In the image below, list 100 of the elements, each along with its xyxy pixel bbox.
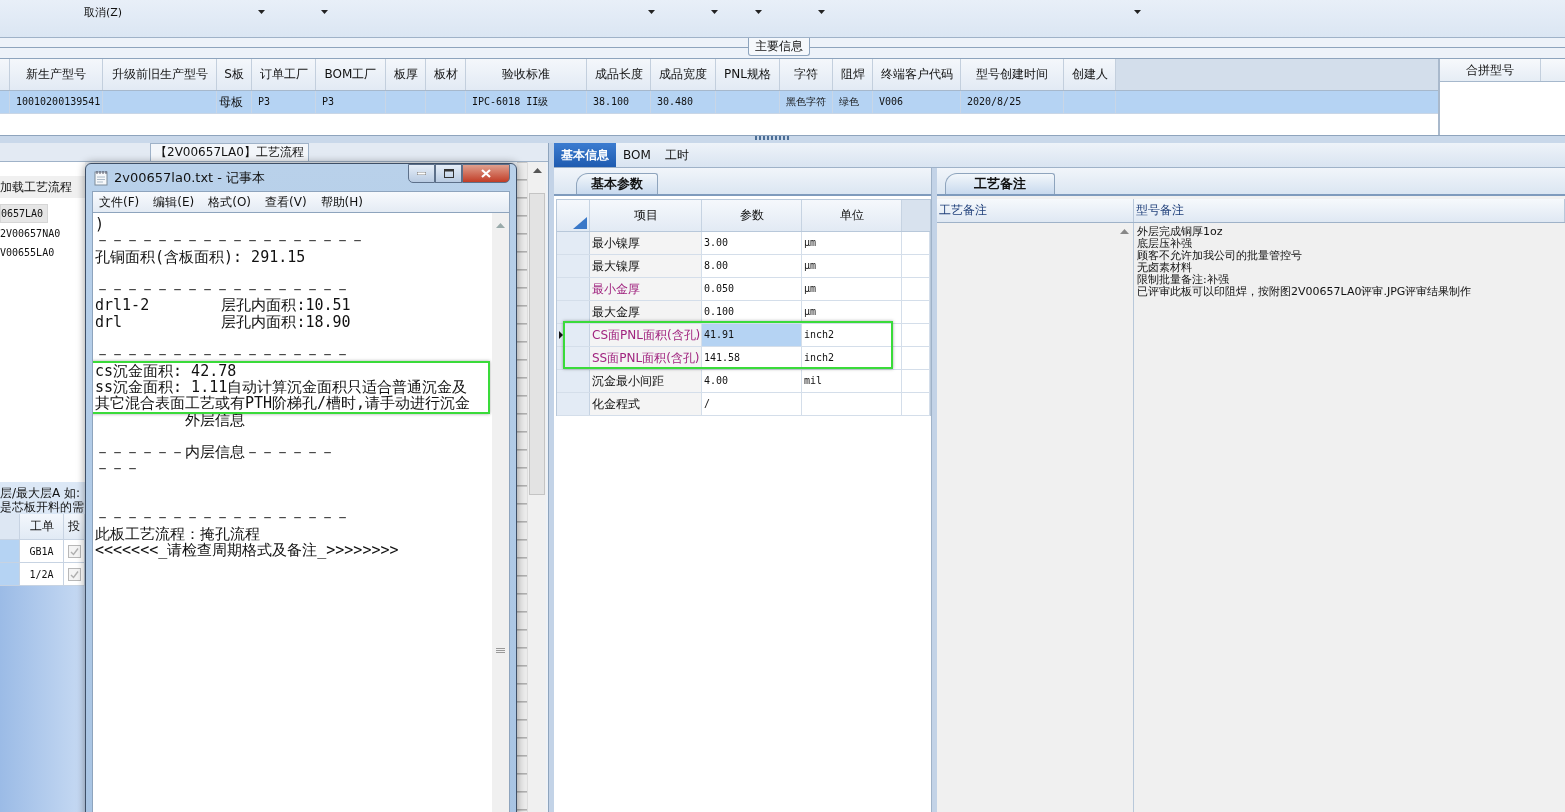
text-line: －－－－－－－－－－－－－－－－－－ [95,232,366,249]
table-cell: 0.050 [702,278,802,300]
caret-icon[interactable] [321,10,328,14]
note-text: 底层压补强 [1137,238,1192,250]
note-text: 已评审此板可以印阻焊，按附图2V00657LA0评审.JPG评审结果制作 [1137,286,1473,298]
column-header[interactable]: 板材 [426,59,466,90]
column-header[interactable]: 型号备注 [1134,199,1565,222]
text-line: 孔铜面积(含板面积): 291.15 [95,248,307,265]
caret-icon[interactable] [711,10,718,14]
table-cell: 母板 [217,91,252,113]
text-line: cs沉金面积: 42.78 [95,362,238,379]
column-header[interactable]: PNL规格 [716,59,780,90]
column-header[interactable]: 工艺备注 [937,199,1134,222]
tab[interactable]: 工时 [657,143,696,167]
notepad-icon [94,169,108,186]
menu-item[interactable]: 查看(V) [265,193,307,211]
text-line: －－－－－－－－－－－－－－－－－ [95,346,351,363]
table-cell: 最小金厚 [590,278,702,300]
column-header[interactable]: 终端客户代码 [873,59,961,90]
load-process-button[interactable]: 加载工艺流程 [0,176,85,198]
minimize-icon [417,172,426,175]
table-cell: 4.00 [702,370,802,392]
note-text: 外层完成铜厚1oz [1137,226,1224,238]
scroll-thumb[interactable] [529,193,545,495]
minimize-button[interactable] [408,164,435,183]
close-icon [481,169,491,178]
table-cell: 化金程式 [590,393,702,415]
list-item[interactable]: 0657LA0 [0,204,49,223]
table-cell: 38.100 [587,91,651,113]
note-text: 顾客不允许加我公司的批量管控号 [1137,250,1303,262]
scrollbar[interactable] [527,162,546,812]
table-cell: 2020/8/25 [961,91,1064,113]
column-header[interactable]: 参数 [702,200,802,231]
caret-icon[interactable] [818,10,825,14]
menu-item[interactable]: 文件(F) [99,193,140,211]
caret-icon[interactable] [1134,10,1141,14]
table-cell: / [702,393,802,415]
column-header[interactable]: 成品宽度 [651,59,716,90]
table-cell: SS面PNL面积(含孔) [590,347,702,369]
splitter-handle[interactable] [548,143,554,812]
note-text: 无卤素材料 [1137,262,1193,274]
column-header[interactable]: 阻焊 [833,59,873,90]
text-line: 此板工艺流程：掩孔流程 [95,525,260,542]
list-item[interactable]: V00655LA0 [0,244,59,261]
menu-item[interactable]: 帮助(H) [320,193,363,211]
column-header[interactable]: 工单 [20,514,64,539]
corner-triangle-icon [573,217,587,229]
caret-icon[interactable] [258,10,265,14]
column-header[interactable]: 订单工厂 [252,59,316,90]
table-cell: 8.00 [702,255,802,277]
table-cell: P3 [252,91,316,113]
text-line: －－－ [95,460,141,477]
cancel-menu-item[interactable]: 取消(Z) [84,5,258,20]
table-cell: 最大镍厚 [590,255,702,277]
text-line: ) [95,216,106,233]
scroll-grip-icon [496,648,505,654]
table-cell: 最小镍厚 [590,232,702,254]
pane-tab[interactable]: 工艺备注 [945,173,1055,194]
text-line: ss沉金面积: 1.11自动计算沉金面积只适合普通沉金及 [95,378,469,396]
table-cell: 3.00 [702,232,802,254]
table-cell: GB1A [20,540,64,562]
column-header[interactable]: 项目 [590,200,702,231]
table-cell: 沉金最小间距 [590,370,702,392]
column-header[interactable]: 成品长度 [587,59,651,90]
column-header[interactable]: 新生产型号 [10,59,103,90]
text-line: －－－－－－－－－－－－－－－－－ [95,281,351,298]
maximize-icon [443,169,454,178]
panel-tab[interactable]: 【2V00657LA0】工艺流程 [150,143,309,161]
column-header[interactable]: 验收标准 [466,59,587,90]
table-row[interactable]: 10010200139541 母板 P3 P3 IPC-6018 II级 38.100 30.480 黑色字符 绿色 V006 2020/8/25 [0,91,1438,114]
menu-item[interactable]: 格式(O) [208,193,252,211]
tab[interactable]: BOM [616,143,658,167]
column-header[interactable]: S板 [217,59,252,90]
tab[interactable]: 基本信息 [554,143,616,167]
caret-icon[interactable] [648,10,655,14]
current-row-icon [559,331,563,339]
table-cell: 10010200139541 [10,91,103,113]
splitter-handle[interactable] [932,168,937,812]
column-header[interactable]: BOM工厂 [316,59,386,90]
table-cell: 141.58 [702,347,802,369]
close-button[interactable] [462,164,510,183]
column-header[interactable]: 升级前旧生产型号 [103,59,217,90]
splitter-handle[interactable] [754,136,791,140]
table-cell: V006 [873,91,961,113]
menu-item[interactable]: 编辑(E) [153,193,195,211]
caret-icon[interactable] [755,10,762,14]
table-cell: P3 [316,91,386,113]
maximize-button[interactable] [435,164,462,183]
text-line: <<<<<<<_请检查周期格式及备注_>>>>>>>> [95,541,400,559]
scrollbar[interactable] [492,213,509,812]
pane-tab[interactable]: 基本参数 [576,173,658,194]
column-header[interactable]: 型号创建时间 [961,59,1064,90]
text-line: drl1-2 层孔内面积:10.51 [95,297,352,314]
table-cell: CS面PNL面积(含孔) [590,324,702,346]
list-item[interactable]: 2V00657NA0 [0,225,65,242]
table-cell: 41.91 [702,324,802,346]
column-header[interactable]: 字符 [780,59,833,90]
table-cell: 最大金厚 [590,301,702,323]
section-tab[interactable]: 主要信息 [747,38,810,56]
column-header[interactable]: 板厚 [386,59,426,90]
